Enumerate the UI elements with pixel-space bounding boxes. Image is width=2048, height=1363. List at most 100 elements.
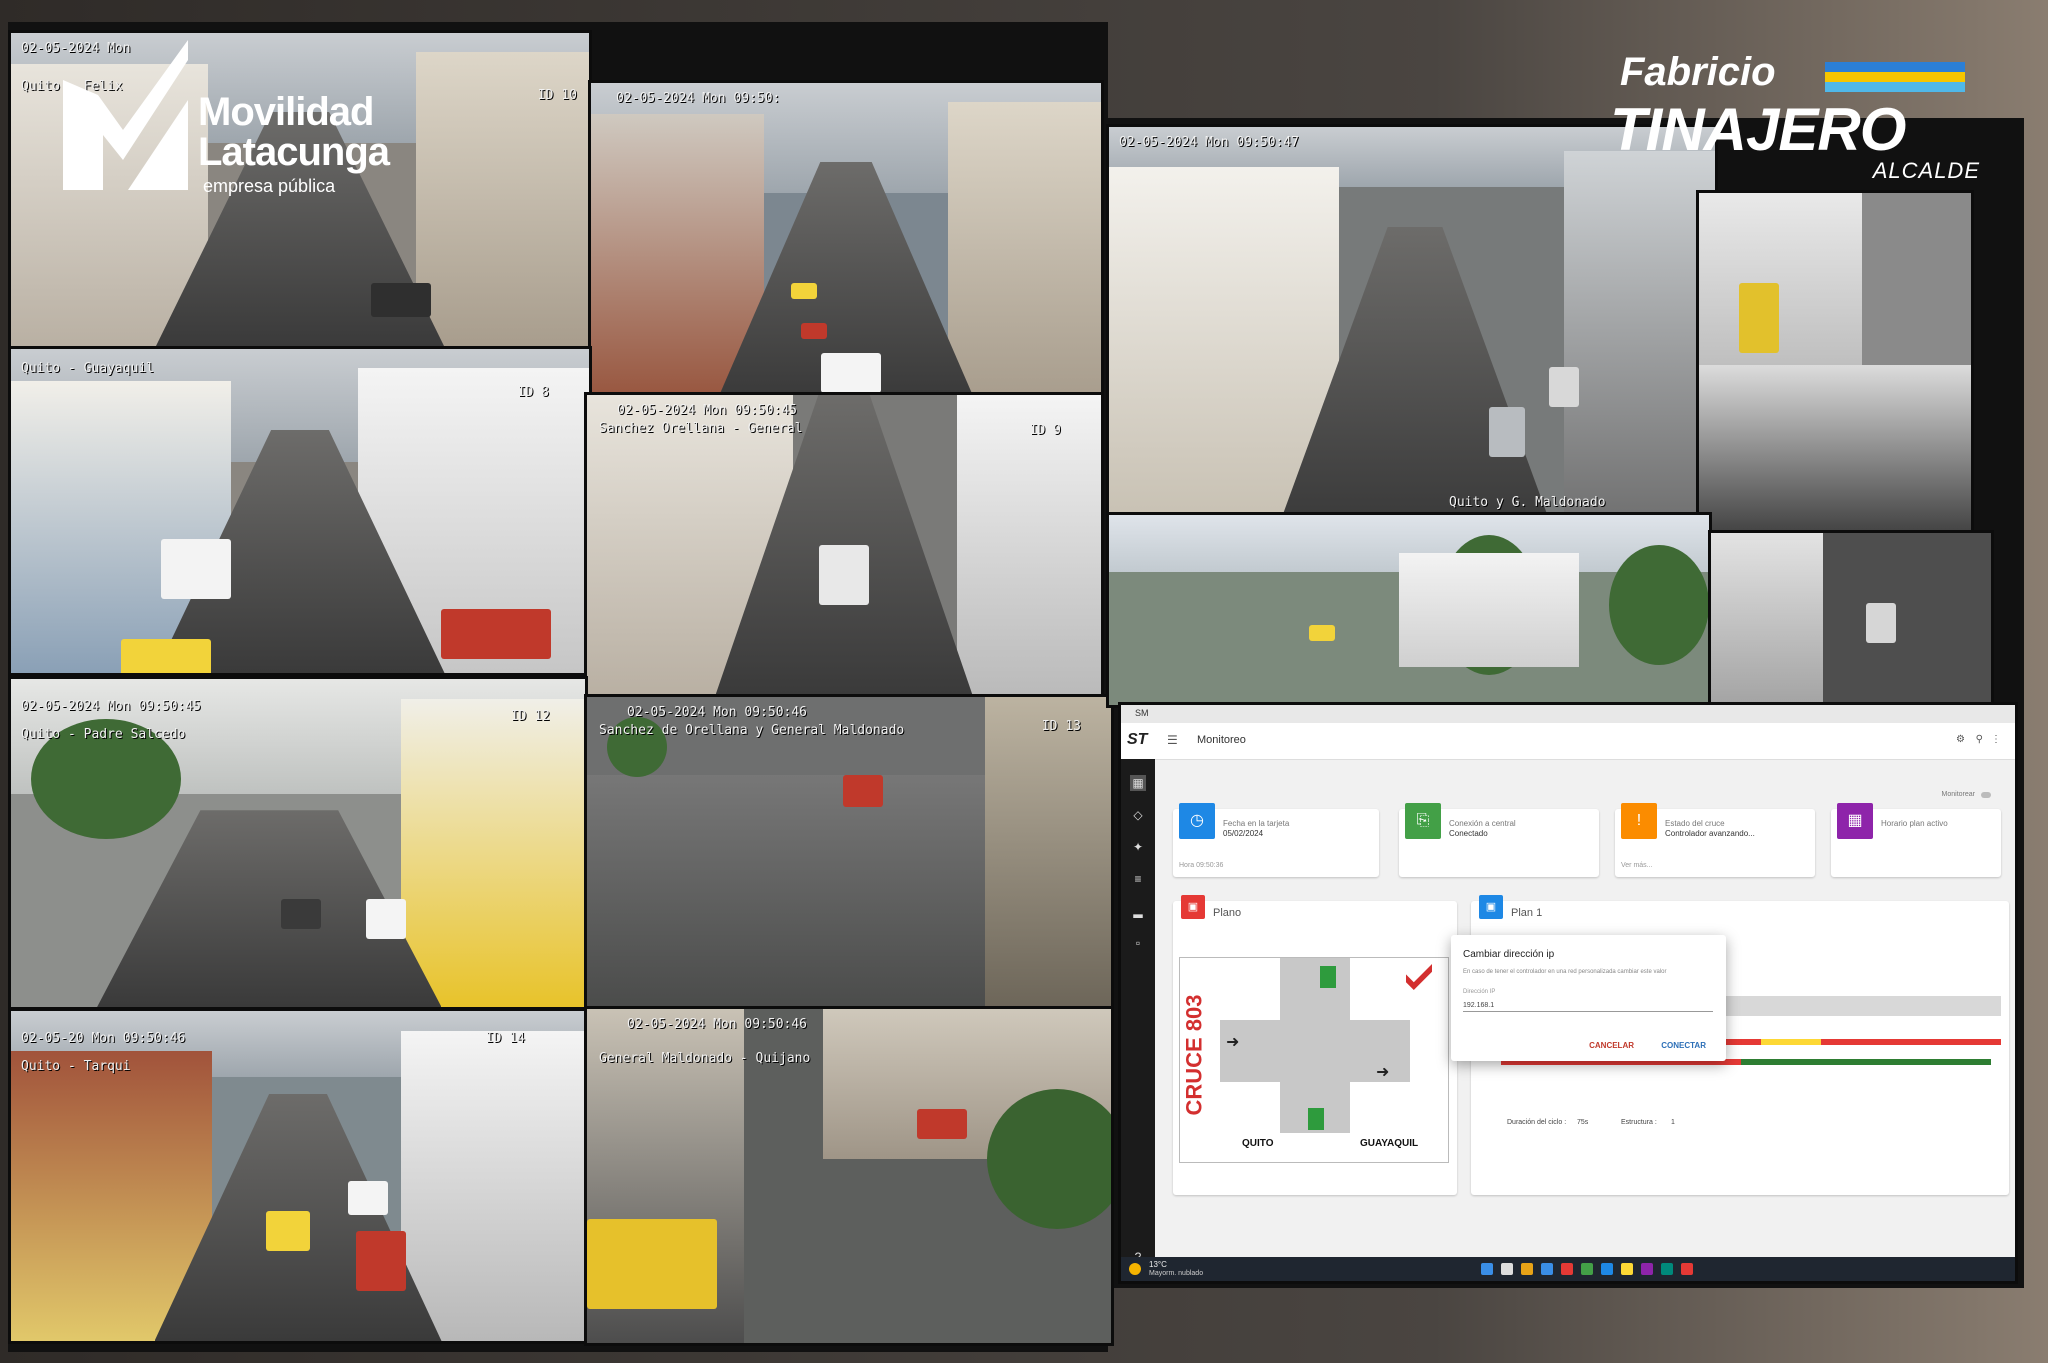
camera-osd-timestamp: 02-05-2024 Mon 09:50:47 [1119,135,1300,150]
structure-label: Estructura : [1621,1119,1657,1126]
camera-tile[interactable]: 02-05-2024 Mon 09:50:45 Sanchez Orellana… [584,392,1104,698]
intersection-diagram: CRUCE 803 ➜ ➜ QUITO GUAYAQUIL [1179,957,1449,1163]
camera-scene-building [948,101,1101,397]
dialog-description: En caso de tener el controlador en una r… [1463,969,1667,975]
chart-icon[interactable]: ▂ [1130,903,1146,919]
camera-location-label: Quito - Guayaquil [21,361,155,376]
crossing-label: CRUCE 803 [1181,994,1207,1116]
logo-line-1: Movilidad [198,90,374,134]
camera-tile[interactable] [1696,190,1974,540]
app-sidebar: ▦ ◇ ✦ ≡ ▂ ▫ ? [1121,759,1155,1281]
ip-address-input[interactable] [1463,999,1713,1012]
app-logo: ST [1127,731,1148,748]
camera-location-label: General Maldonado - Quijano [599,1051,811,1066]
taskbar-app-icon[interactable] [1681,1263,1693,1275]
camera-scene-vehicle [1866,603,1896,643]
more-icon[interactable]: ⋮ [1991,734,2001,745]
info-card-schedule: ▦ Horario plan activo [1831,803,2001,877]
camera-scene-tree [987,1089,1111,1229]
camera-location-label: Quito - Tarqui [21,1059,131,1074]
dialog-title: Cambiar dirección ip [1463,949,1555,960]
camera-location-label: Quito y G. Maldonado [1449,495,1606,510]
menu-icon[interactable]: ☰ [1167,733,1178,747]
taskbar-app-icon[interactable] [1581,1263,1593,1275]
camera-location-label: Sanchez de Orellana y General Maldonado [599,723,905,738]
window-title: SM [1135,708,1149,718]
layers-icon[interactable]: ◇ [1130,807,1146,823]
camera-id-label: ID 12 [510,709,550,724]
alcalde-first-name: Fabricio [1620,50,1776,94]
list-icon[interactable]: ≡ [1130,871,1146,887]
taskbar-search-icon[interactable] [1501,1263,1513,1275]
camera-scene-vehicle [281,899,321,929]
taskbar-app-icon[interactable] [1621,1263,1633,1275]
street-label-guayaquil: GUAYAQUIL [1360,1138,1419,1149]
camera-location-label: Quito - Padre Salcedo [21,727,186,742]
signal-arrow-east: ➜ [1226,1034,1240,1051]
connect-button[interactable]: CONECTAR [1655,1040,1712,1051]
alcalde-last-name: TINAJERO [1610,96,1906,163]
card-value: 05/02/2024 [1223,829,1264,838]
camera-tile[interactable] [1708,530,1994,720]
dashboard-icon[interactable]: ▦ [1130,775,1146,791]
puzzle-icon[interactable]: ✦ [1130,839,1146,855]
camera-osd-timestamp: 02-05-2024 Mon 09:50:45 [21,699,202,714]
book-icon[interactable]: ▫ [1130,935,1146,951]
app-titlebar: SM [1121,705,2015,723]
camera-osd-timestamp: 02-05-2024 Mon 09:50: [616,91,781,106]
camera-id-label: ID 9 [1029,423,1061,438]
ip-field-label: Dirección IP [1463,989,1496,995]
structure-value: 1 [1671,1119,1675,1126]
phase-bar-green [1741,1059,1991,1065]
camera-id-label: ID 13 [1041,719,1081,734]
cancel-button[interactable]: CANCELAR [1583,1040,1640,1051]
taskbar-app-icon[interactable] [1541,1263,1553,1275]
camera-tile[interactable]: Quito - Guayaquil ID 8 [8,346,592,676]
camera-scene-tree [1609,545,1709,665]
camera-tile[interactable]: 02-05-2024 Mon 09:50: [588,80,1104,400]
camera-id-label: ID 14 [485,1031,525,1046]
info-card-date: ◷ Fecha en la tarjeta 05/02/2024 Hora 09… [1173,803,1379,877]
camera-osd-timestamp: 02-05-2024 Mon 09:50:46 [627,1017,808,1032]
taskbar-app-icon[interactable] [1661,1263,1673,1275]
calendar-icon: ▦ [1837,803,1873,839]
camera-osd-timestamp: 02-05-2024 Mon 09:50:45 [617,403,798,418]
camera-tile[interactable]: 02-05-2024 Mon 09:50:46 Sanchez de Orell… [584,694,1114,1010]
clock-icon: ◷ [1179,803,1215,839]
camera-scene-vehicle [801,323,827,339]
camera-tile[interactable]: 02-05-2024 Mon 09:50:46 General Maldonad… [584,1006,1114,1346]
camera-osd-timestamp: 02-05-2024 Mon 09:50:46 [627,705,808,720]
monitoring-app-window: SM ST ☰ Monitoreo ⚙ ⚲ ⋮ ▦ ◇ ✦ ≡ ▂ ▫ ? Mo… [1118,702,2018,1284]
app-header: ST ☰ Monitoreo ⚙ ⚲ ⋮ [1121,723,2015,760]
card-title: Conexión a central [1449,819,1516,828]
camera-tile[interactable]: 02-05-2024 Mon 09:50:45 Quito - Padre Sa… [8,676,588,1010]
signal-arrow-south [1320,966,1336,988]
taskbar-app-icon[interactable] [1561,1263,1573,1275]
camera-scene-building [401,698,585,1007]
weather-temperature: 13°C [1149,1260,1167,1269]
camera-scene-vehicle [821,353,881,393]
logo-line-2: Latacunga [198,130,390,174]
taskbar-app-icon[interactable] [1521,1263,1533,1275]
camera-tile[interactable] [1106,512,1712,708]
card-footer[interactable]: Ver más... [1621,862,1653,869]
flag-stripes-icon [1825,62,1965,92]
weather-description: Mayorm. nublado [1149,1270,1204,1277]
settings-icon[interactable]: ⚙ [1956,734,1965,745]
search-icon[interactable]: ⚲ [1976,734,1983,745]
card-value: Controlador avanzando... [1665,829,1755,838]
camera-tile[interactable]: 02-05-20 Mon 09:50:46 Quito - Tarqui ID … [8,1008,588,1344]
start-icon[interactable] [1481,1263,1493,1275]
camera-scene-vehicle [791,283,817,299]
plan-icon: ▣ [1479,895,1503,919]
camera-id-label: ID 8 [517,385,549,400]
camera-scene-building [985,697,1111,1007]
info-card-connection: ⎘ Conexión a central Conectado [1399,803,1599,877]
camera-scene-vehicle [366,899,406,939]
cast-icon: ⎘ [1405,803,1441,839]
taskbar-app-icon[interactable] [1601,1263,1613,1275]
taskbar-app-icon[interactable] [1641,1263,1653,1275]
monitor-toggle[interactable] [1981,792,1991,798]
monitor-toggle-label[interactable]: Monitorear [1942,791,1975,798]
card-value: Conectado [1449,829,1488,838]
